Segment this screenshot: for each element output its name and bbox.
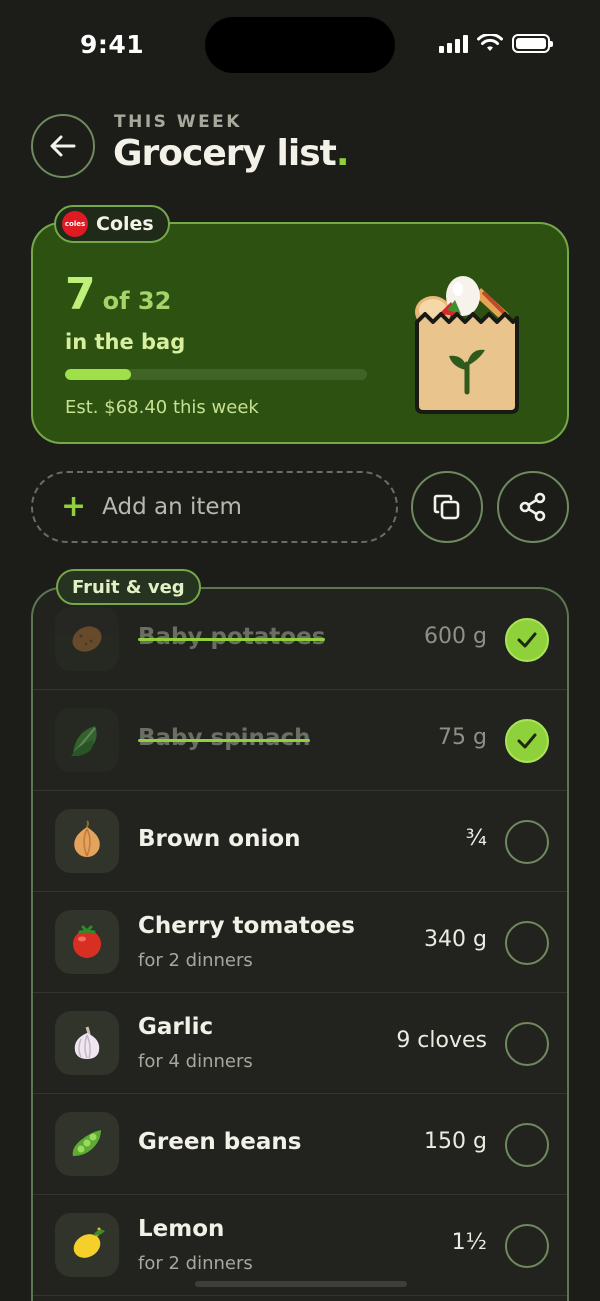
item-quantity: 600 g xyxy=(424,624,487,649)
list-item[interactable]: Green beans 150 g xyxy=(33,1094,567,1195)
status-icons xyxy=(439,34,553,53)
item-checkbox[interactable] xyxy=(505,1123,549,1167)
lemon-icon xyxy=(55,1213,119,1277)
item-quantity: 9 cloves xyxy=(396,1028,487,1053)
cost-estimate: Est. $68.40 this week xyxy=(65,397,259,418)
copy-icon xyxy=(433,494,460,520)
cellular-signal-icon xyxy=(439,34,468,53)
tomato-icon xyxy=(55,910,119,974)
total-count: of 32 xyxy=(102,287,172,315)
battery-icon xyxy=(512,34,553,53)
share-list-button[interactable] xyxy=(497,471,569,543)
page-title-dot: . xyxy=(335,133,350,174)
item-name: Brown onion xyxy=(138,826,301,852)
item-note: for 2 dinners xyxy=(138,950,253,971)
garlic-icon xyxy=(55,1011,119,1075)
item-name: Baby potatoes xyxy=(138,624,326,650)
item-checkbox[interactable] xyxy=(505,719,549,763)
home-indicator xyxy=(195,1281,407,1287)
page-title: Grocery list. xyxy=(113,133,350,174)
coles-logo: coles xyxy=(62,211,88,237)
item-name: Garlic xyxy=(138,1014,214,1040)
dynamic-island xyxy=(205,17,395,73)
bag-progress-fill xyxy=(65,369,132,380)
item-checkbox[interactable] xyxy=(505,820,549,864)
item-name: Lemon xyxy=(138,1216,225,1242)
arrow-left-icon xyxy=(50,135,76,157)
store-name: Coles xyxy=(96,213,154,235)
copy-list-button[interactable] xyxy=(411,471,483,543)
status-time: 9:41 xyxy=(80,30,145,59)
strikethrough-line xyxy=(138,739,311,743)
item-quantity: 150 g xyxy=(424,1129,487,1154)
back-button[interactable] xyxy=(31,114,95,178)
item-name: Cherry tomatoes xyxy=(138,913,355,939)
fruit-veg-section: Baby potatoes 600 g Baby spinach 75 g Brown … xyxy=(31,587,569,1301)
bag-progress-bar xyxy=(65,369,367,380)
item-name: Green beans xyxy=(138,1129,302,1155)
list-item[interactable]: Cherry tomatoes for 2 dinners 340 g xyxy=(33,892,567,993)
bag-summary-card: 7 of 32 in the bag Est. $68.40 this week xyxy=(31,222,569,444)
status-bar: 9:41 xyxy=(0,0,600,90)
share-icon xyxy=(519,492,546,522)
item-quantity: 1½ xyxy=(451,1230,487,1255)
item-checkbox[interactable] xyxy=(505,618,549,662)
pea-pod-icon xyxy=(55,1112,119,1176)
item-checkbox[interactable] xyxy=(505,1022,549,1066)
wifi-icon xyxy=(477,34,503,51)
bag-label: in the bag xyxy=(65,330,186,354)
section-title-fruit-veg: Fruit & veg xyxy=(56,569,201,605)
add-item-input[interactable]: + Add an item xyxy=(31,471,398,543)
list-item[interactable]: Garlic for 4 dinners 9 cloves xyxy=(33,993,567,1094)
item-quantity: ¾ xyxy=(465,826,487,851)
potato-icon xyxy=(55,607,119,671)
page-overline: THIS WEEK xyxy=(114,112,242,132)
store-badge[interactable]: coles Coles xyxy=(54,205,170,243)
list-item[interactable]: Baby spinach 75 g xyxy=(33,690,567,791)
checkmark-icon xyxy=(517,733,537,749)
item-note: for 4 dinners xyxy=(138,1051,253,1072)
item-checkbox[interactable] xyxy=(505,1224,549,1268)
item-name: Baby spinach xyxy=(138,725,311,751)
leafy-green-icon xyxy=(55,708,119,772)
item-quantity: 75 g xyxy=(438,725,487,750)
onion-icon xyxy=(55,809,119,873)
grocery-bag-icon xyxy=(415,276,519,414)
plus-icon: + xyxy=(61,489,87,524)
item-checkbox[interactable] xyxy=(505,921,549,965)
checkmark-icon xyxy=(517,632,537,648)
item-quantity: 340 g xyxy=(424,927,487,952)
add-item-placeholder: Add an item xyxy=(102,494,242,520)
page-title-text: Grocery list xyxy=(113,133,337,174)
strikethrough-line xyxy=(138,638,326,642)
checked-count: 7 xyxy=(65,269,96,320)
list-item[interactable]: Brown onion ¾ xyxy=(33,791,567,892)
item-note: for 2 dinners xyxy=(138,1253,253,1274)
bag-count: 7 of 32 xyxy=(65,269,171,320)
